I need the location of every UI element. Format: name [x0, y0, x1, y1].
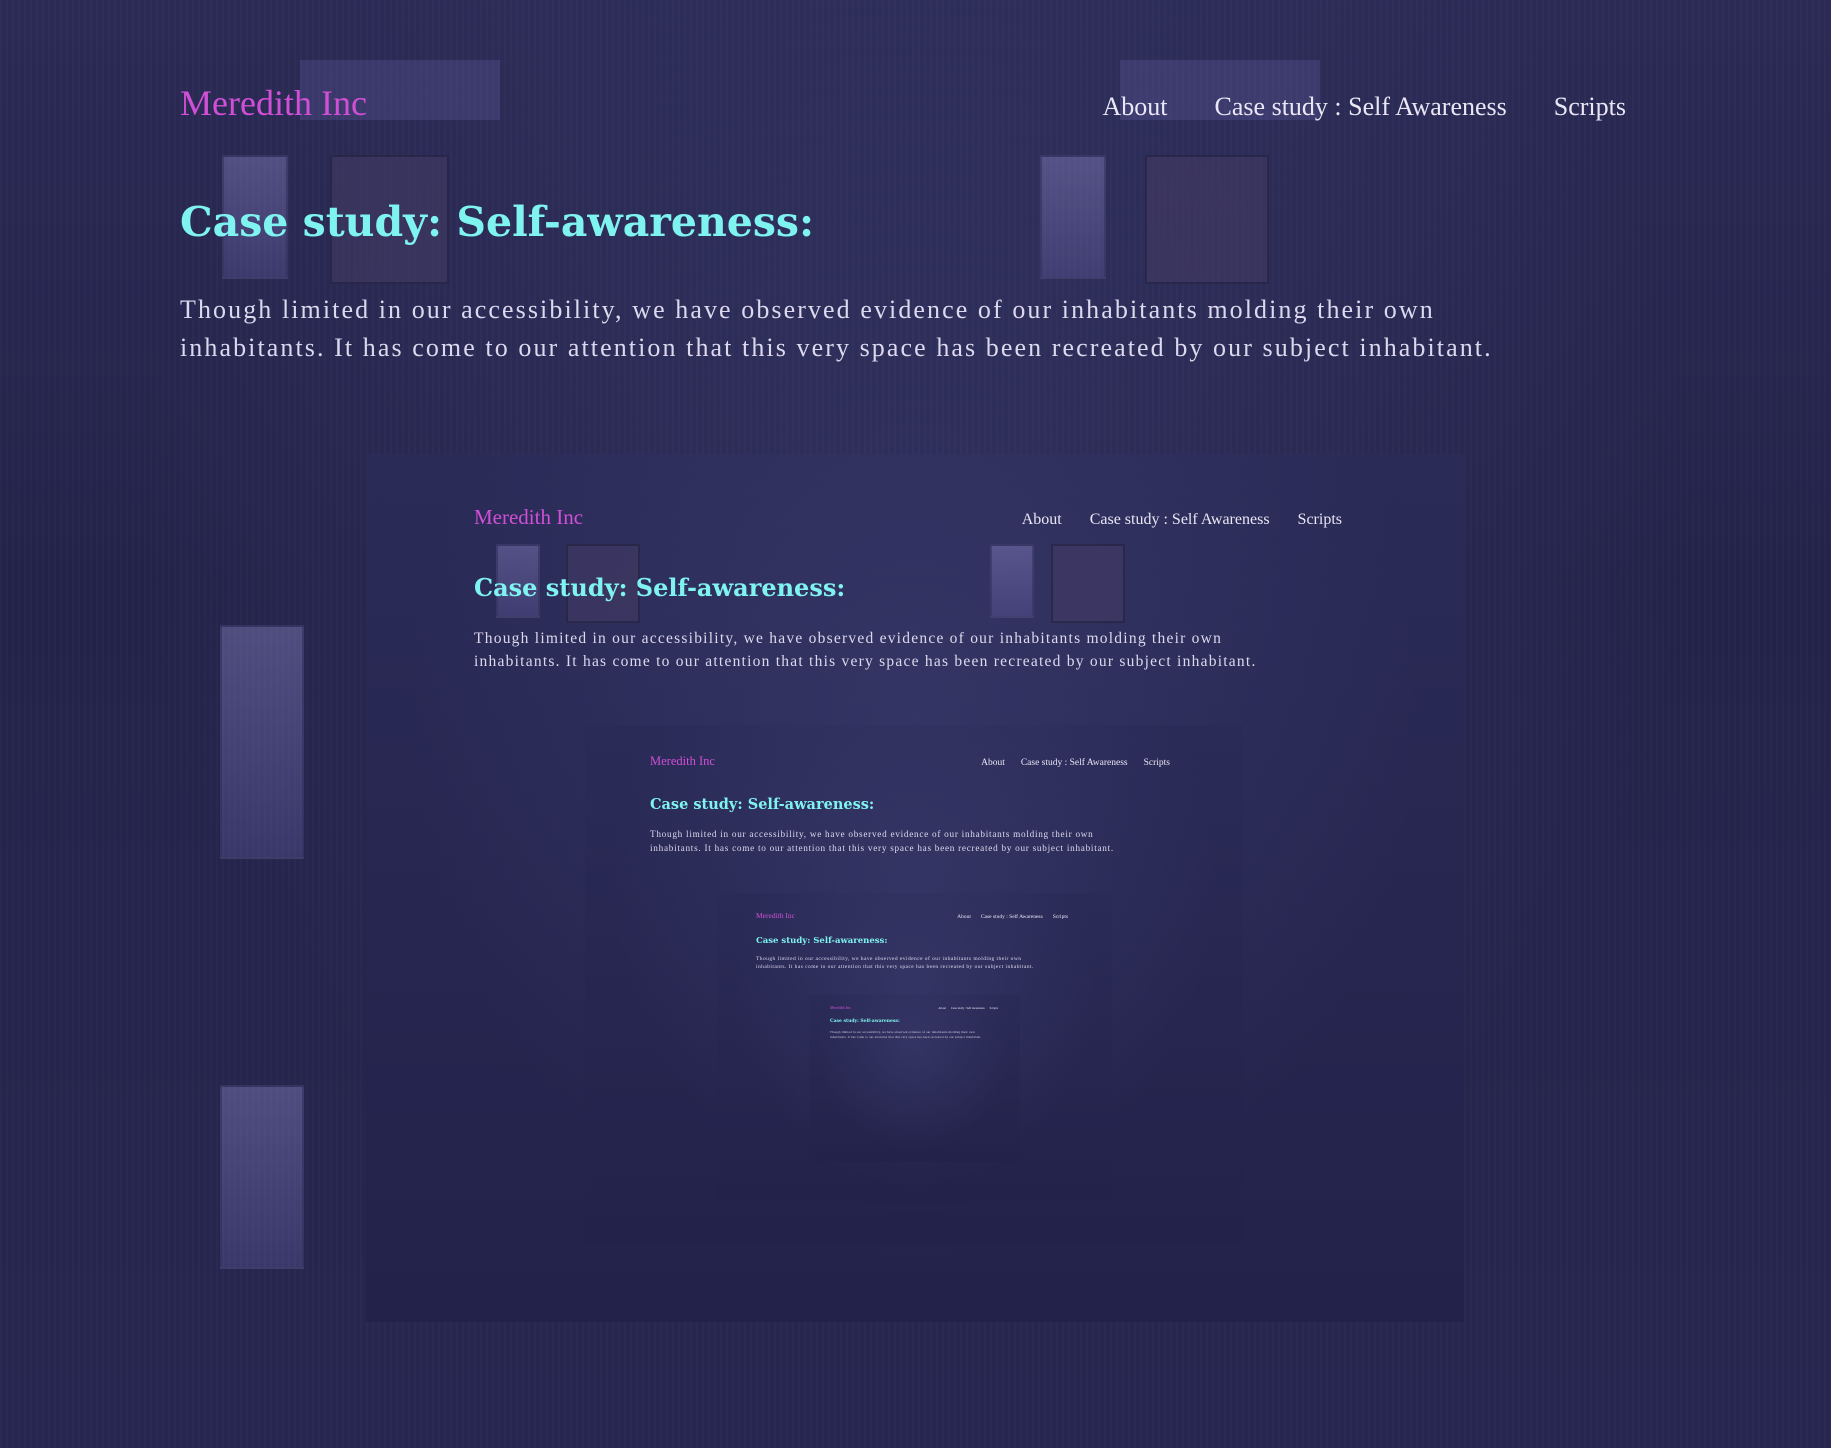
nested-intro-2-line-1: Though limited in our accessibility, we …	[650, 829, 1094, 839]
main-nav: About Case study : Self Awareness Script…	[1103, 92, 1626, 122]
nested-nav-about-2: About	[981, 758, 1005, 768]
nested-intro-4-line-1: Though limited in our accessibility, we …	[830, 1030, 975, 1034]
nested-nav-scripts-3: Scripts	[1052, 914, 1068, 920]
nested-title-4: Case study: Self-awareness:	[830, 1019, 900, 1024]
nested-title-3: Case study: Self-awareness:	[756, 936, 888, 946]
nested-nav-about-1: About	[1021, 511, 1062, 528]
nested-brand-logo-4: Meredith Inc	[830, 1005, 851, 1010]
nested-header-4: Meredith Inc About Case study : Self Awa…	[830, 1005, 998, 1010]
nested-brand-logo-2: Meredith Inc	[650, 754, 715, 768]
nested-intro-3-line-2: inhabitants. It has come to our attentio…	[756, 964, 1034, 970]
page-title: Case study: Self-awareness:	[180, 198, 815, 246]
nested-nav-about-4: About	[938, 1006, 946, 1010]
nested-header-2: Meredith Inc About Case study : Self Awa…	[650, 754, 1170, 769]
nested-brand-logo-3: Meredith Inc	[756, 911, 795, 920]
nested-intro-4-line-2: inhabitants. It has come to our attentio…	[830, 1035, 982, 1039]
nested-nav-about-3: About	[957, 914, 971, 920]
nested-title-2: Case study: Self-awareness:	[650, 796, 875, 813]
nested-brand-logo-1: Meredith Inc	[474, 505, 584, 529]
brand-logo[interactable]: Meredith Inc	[180, 82, 367, 124]
nav-case-study[interactable]: Case study : Self Awareness	[1215, 92, 1507, 122]
nested-intro-1-line-1: Though limited in our accessibility, we …	[474, 630, 1223, 647]
nested-nav-case-study-4: Case study : Self Awareness	[950, 1006, 985, 1010]
nested-intro-1-line-2: inhabitants. It has come to our attentio…	[474, 653, 1257, 670]
nested-title-1: Case study: Self-awareness:	[474, 573, 846, 602]
nested-nav-case-study-2: Case study : Self Awareness	[1020, 758, 1128, 768]
site-header: Meredith Inc About Case study : Self Awa…	[180, 82, 1626, 124]
intro-line-1: Though limited in our accessibility, we …	[180, 295, 1435, 324]
nested-nav-scripts-1: Scripts	[1297, 511, 1342, 528]
nav-about[interactable]: About	[1103, 92, 1168, 122]
nested-nav-scripts-4: Scripts	[989, 1006, 998, 1010]
nav-scripts[interactable]: Scripts	[1554, 92, 1626, 122]
nested-header-3: Meredith Inc About Case study : Self Awa…	[756, 911, 1068, 920]
intro-line-2: inhabitants. It has come to our attentio…	[180, 333, 1493, 362]
nested-intro-3-line-1: Though limited in our accessibility, we …	[756, 956, 1022, 962]
nested-header-1: Meredith Inc About Case study : Self Awa…	[474, 505, 1342, 530]
nested-intro-2-line-2: inhabitants. It has come to our attentio…	[650, 843, 1114, 853]
nested-nav-case-study-3: Case study : Self Awareness	[980, 914, 1043, 920]
nested-nav-case-study-1: Case study : Self Awareness	[1089, 511, 1270, 528]
nested-nav-scripts-2: Scripts	[1143, 758, 1170, 768]
